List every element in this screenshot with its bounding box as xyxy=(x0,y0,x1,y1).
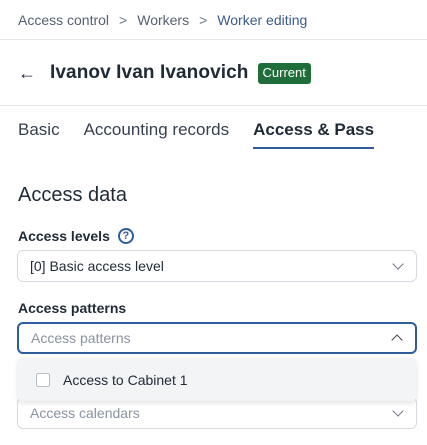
tab-accounting-records[interactable]: Accounting records xyxy=(84,120,230,150)
access-calendars-select[interactable]: Access calendars xyxy=(17,397,417,429)
access-levels-label-text: Access levels xyxy=(18,228,110,244)
access-patterns-select[interactable]: Access patterns xyxy=(17,322,417,354)
worker-editing-page: Access control > Workers > Worker editin… xyxy=(0,0,427,445)
title-divider xyxy=(0,105,427,106)
access-levels-value: [0] Basic access level xyxy=(30,258,164,274)
breadcrumb-separator-icon: > xyxy=(199,12,208,28)
chevron-up-icon xyxy=(391,334,403,346)
chevron-down-icon xyxy=(392,405,404,417)
access-patterns-dropdown: Access to Cabinet 1 xyxy=(18,358,416,401)
arrow-left-icon[interactable]: ← xyxy=(18,63,40,84)
access-calendars-placeholder: Access calendars xyxy=(30,405,140,421)
tab-access-pass[interactable]: Access & Pass xyxy=(253,120,374,150)
access-levels-select[interactable]: [0] Basic access level xyxy=(17,250,417,282)
tab-basic[interactable]: Basic xyxy=(18,120,60,150)
access-patterns-label: Access patterns xyxy=(18,300,126,316)
breadcrumb: Access control > Workers > Worker editin… xyxy=(18,11,307,29)
breadcrumb-separator-icon: > xyxy=(119,12,128,28)
page-title: Ivanov Ivan Ivanovich xyxy=(50,62,249,83)
access-patterns-placeholder: Access patterns xyxy=(31,330,131,346)
section-title: Access data xyxy=(18,184,127,206)
breadcrumb-item-access-control[interactable]: Access control xyxy=(18,12,109,28)
option-access-to-cabinet-1[interactable]: Access to Cabinet 1 xyxy=(63,372,188,388)
chevron-down-icon xyxy=(392,258,404,270)
header-divider xyxy=(0,39,427,40)
access-levels-label: Access levels ? xyxy=(18,228,134,244)
help-icon[interactable]: ? xyxy=(117,228,134,244)
tab-bar: Basic Accounting records Access & Pass xyxy=(18,120,398,150)
page-header: ← Ivanov Ivan Ivanovich Current xyxy=(18,60,311,86)
option-checkbox[interactable] xyxy=(36,372,50,387)
status-badge: Current xyxy=(257,62,311,84)
breadcrumb-item-workers[interactable]: Workers xyxy=(137,12,189,28)
breadcrumb-item-worker-editing: Worker editing xyxy=(217,12,308,28)
access-patterns-label-text: Access patterns xyxy=(18,300,127,316)
